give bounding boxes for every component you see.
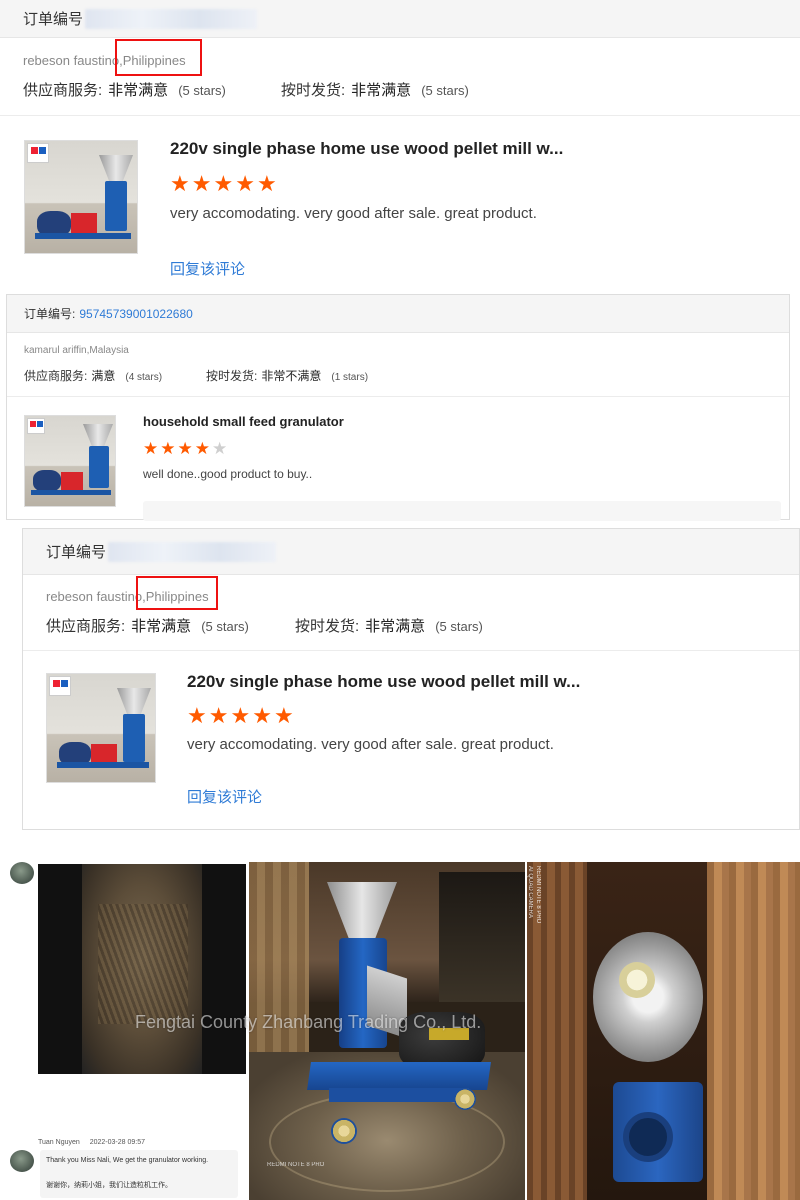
reply-review-link[interactable]: 回复该评论 <box>170 258 245 279</box>
supplier-service-rating: 供应商服务: 非常满意 (5 stars) <box>23 79 226 100</box>
delivery-label: 按时发货: <box>206 369 258 383</box>
star-icon: ★ <box>235 171 255 196</box>
review-card-3: 订单编号 rebeson faustino,Philippines 供应商服务:… <box>22 528 800 830</box>
star-icon: ★ <box>256 171 277 196</box>
supplier-service-rating: 供应商服务: 满意 (4 stars) <box>24 367 162 384</box>
delivery-stars: (5 stars) <box>421 83 469 98</box>
divider <box>7 396 789 397</box>
country-highlight-box <box>115 39 202 76</box>
avatar[interactable] <box>10 1150 34 1172</box>
camera-tag: REDMI NOTE 8 PRO <box>267 1162 325 1168</box>
supplier-service-label: 供应商服务: <box>23 82 103 99</box>
delivery-stars: (5 stars) <box>435 619 483 634</box>
chat-timestamp: 2022-03-28 09:57 <box>89 1139 146 1146</box>
supplier-service-rating: 供应商服务: 非常满意 (5 stars) <box>46 615 249 636</box>
product-thumbnail[interactable] <box>46 673 156 783</box>
star-icon: ★ <box>187 703 207 728</box>
product-thumbnail[interactable] <box>24 140 138 254</box>
product-title[interactable]: household small feed granulator <box>143 414 344 429</box>
supplier-service-value: 非常满意 <box>108 82 169 99</box>
chat-sender: Tuan Nguyen 2022-03-28 09:57 <box>38 1139 145 1146</box>
supplier-service-value: 非常满意 <box>131 618 192 635</box>
chat-sender-name: Tuan Nguyen <box>38 1139 80 1146</box>
chat-message-zh: 谢谢你，纳莉小姐，我们让造粒机工作。 <box>46 1182 172 1189</box>
buyer-name: kamarul ariffin,Malaysia <box>24 345 129 356</box>
chat-photo-pellets[interactable] <box>38 864 246 1074</box>
photo-packed-crate[interactable]: REDMI NOTE 8 PRO AI QUAD CAMERA <box>527 862 800 1200</box>
supplier-service-value: 满意 <box>91 369 116 383</box>
rating-stars: ★ ★ ★ ★ ★ <box>143 439 227 459</box>
order-header: 订单编号 <box>23 529 799 575</box>
order-number-label: 订单编号 <box>46 544 107 561</box>
chat-bubble: Thank you Miss Nali, We get the granulat… <box>40 1150 238 1198</box>
supplier-service-stars: (5 stars) <box>201 619 249 634</box>
star-icon: ★ <box>230 703 251 728</box>
star-icon: ★ <box>252 703 272 728</box>
delivery-stars: (1 stars) <box>331 372 369 383</box>
star-icon: ★ <box>273 703 294 728</box>
delivery-rating: 按时发货: 非常满意 (5 stars) <box>295 615 483 636</box>
supplier-service-stars: (5 stars) <box>178 83 226 98</box>
watermark: Fengtai County Zhanbang Trading Co., Ltd… <box>135 1012 482 1032</box>
order-number-label: 订单编号: <box>24 307 76 321</box>
review-comment: very accomodating. very good after sale.… <box>170 205 537 222</box>
order-number-label: 订单编号 <box>23 11 84 28</box>
brand-logo-icon <box>49 676 71 696</box>
avatar[interactable] <box>10 862 34 884</box>
divider <box>0 115 800 116</box>
delivery-value: 非常满意 <box>351 82 412 99</box>
rating-stars: ★ ★ ★ ★ ★ <box>187 703 294 729</box>
review-card-1: 订单编号 rebeson faustino,Philippines 供应商服务:… <box>0 0 800 283</box>
star-icon: ★ <box>143 439 159 458</box>
product-title[interactable]: 220v single phase home use wood pellet m… <box>187 672 580 692</box>
review-comment: well done..good product to buy.. <box>143 467 313 481</box>
delivery-rating: 按时发货: 非常不满意 (1 stars) <box>206 367 368 384</box>
product-title[interactable]: 220v single phase home use wood pellet m… <box>170 139 563 159</box>
review-card-2: 订单编号: 95745739001022680 kamarul ariffin,… <box>6 294 790 521</box>
camera-tag: REDMI NOTE 8 PRO <box>535 866 541 924</box>
order-number[interactable]: 95745739001022680 <box>79 307 192 321</box>
country-highlight-box <box>136 576 218 610</box>
order-header: 订单编号 <box>0 0 800 38</box>
review-comment: very accomodating. very good after sale.… <box>187 736 554 753</box>
reply-box <box>143 501 781 521</box>
star-icon: ★ <box>191 171 212 196</box>
order-number-redacted <box>85 8 258 29</box>
delivery-label: 按时发货: <box>281 82 346 99</box>
order-number-redacted <box>108 541 277 562</box>
camera-tag: AI QUAD CAMERA <box>527 866 533 919</box>
supplier-service-label: 供应商服务: <box>46 618 126 635</box>
order-header: 订单编号: 95745739001022680 <box>7 295 789 333</box>
brand-logo-icon <box>27 143 49 163</box>
star-icon: ★ <box>213 171 234 196</box>
star-icon: ★ <box>194 439 210 458</box>
star-icon: ★ <box>212 439 228 458</box>
delivery-label: 按时发货: <box>295 618 360 635</box>
delivery-rating: 按时发货: 非常满意 (5 stars) <box>281 79 469 100</box>
reply-review-link[interactable]: 回复该评论 <box>187 786 262 807</box>
star-icon: ★ <box>177 439 193 458</box>
brand-logo-icon <box>27 418 45 434</box>
photo-collage: Tuan Nguyen 2022-03-28 09:57 Thank you M… <box>0 862 800 1200</box>
chat-message-en: Thank you Miss Nali, We get the granulat… <box>46 1157 209 1164</box>
supplier-service-label: 供应商服务: <box>24 369 88 383</box>
delivery-value: 非常不满意 <box>261 369 322 383</box>
rating-stars: ★ ★ ★ ★ ★ <box>170 171 277 197</box>
star-icon: ★ <box>208 703 229 728</box>
supplier-service-stars: (4 stars) <box>125 372 163 383</box>
divider <box>23 650 799 651</box>
product-thumbnail[interactable] <box>24 415 116 507</box>
star-icon: ★ <box>160 439 176 458</box>
delivery-value: 非常满意 <box>365 618 426 635</box>
star-icon: ★ <box>170 171 190 196</box>
